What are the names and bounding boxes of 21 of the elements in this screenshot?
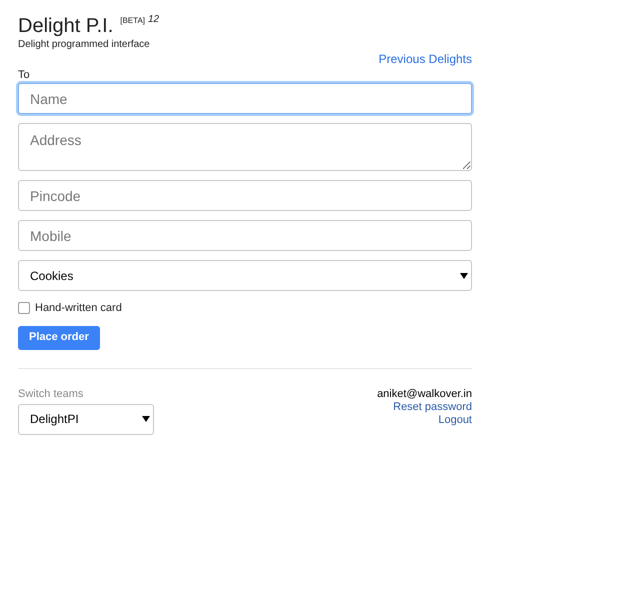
previous-delights-link[interactable]: Previous Delights [378, 51, 472, 67]
text-field[interactable]: Name [18, 83, 472, 114]
place-order-button[interactable]: Place order [18, 326, 100, 350]
text-field[interactable]: Pincode [18, 180, 472, 211]
caret-icon [142, 416, 150, 422]
product-dropdown[interactable]: Cookies [18, 260, 472, 291]
team-dropdown[interactable]: DelightPI [18, 404, 154, 434]
beta-label: [BETA] [120, 15, 145, 27]
account-link[interactable]: Reset password [393, 400, 472, 414]
account-link[interactable]: Logout [438, 414, 472, 426]
version-number: 12 [148, 14, 160, 26]
subtitle: Delight programmed interface [18, 39, 151, 51]
checkbox-label: Hand-written card [35, 301, 122, 316]
address-field[interactable]: Address [18, 123, 472, 171]
caret-icon [460, 272, 468, 278]
text-field[interactable]: Mobile [18, 220, 472, 251]
checkbox[interactable] [18, 302, 30, 314]
user-email: aniket@walkover.in [377, 386, 472, 400]
app-title: Delight P.I. [18, 14, 114, 38]
switch-teams-label: Switch teams [18, 386, 84, 400]
to-label: To [18, 69, 31, 82]
